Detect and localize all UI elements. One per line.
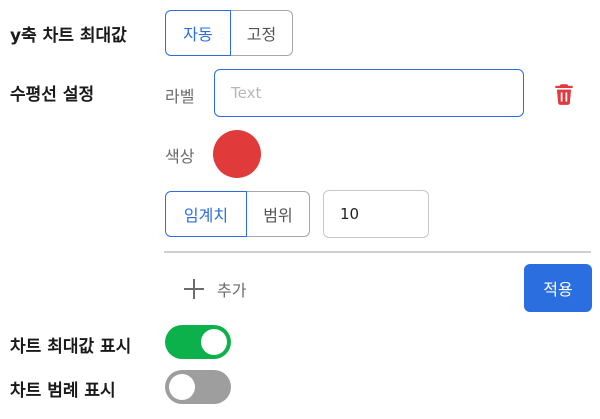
plus-icon: [183, 278, 205, 300]
threshold-value-input[interactable]: [323, 190, 429, 238]
show-legend-toggle[interactable]: [165, 370, 231, 404]
y-axis-max-fixed-option[interactable]: 고정: [231, 10, 293, 56]
line-mode-range-option[interactable]: 범위: [247, 191, 310, 237]
line-mode-threshold-option[interactable]: 임계치: [165, 191, 247, 237]
line-label-input[interactable]: [214, 69, 524, 117]
toggle-knob: [201, 329, 227, 355]
y-axis-max-auto-option[interactable]: 자동: [165, 10, 231, 56]
add-line-label: 추가: [217, 281, 247, 300]
line-color-swatch[interactable]: [213, 130, 261, 178]
section-divider: [164, 251, 591, 253]
y-axis-max-label: y축 차트 최대값: [10, 26, 127, 46]
toggle-knob: [169, 374, 195, 400]
y-axis-max-toggle-group: 자동 고정: [165, 10, 293, 56]
line-color-label: 색상: [165, 147, 195, 166]
apply-button[interactable]: 적용: [524, 264, 592, 312]
line-mode-toggle-group: 임계치 범위: [165, 191, 310, 237]
trash-icon[interactable]: [551, 81, 577, 107]
add-line-button[interactable]: 추가: [183, 273, 246, 305]
horizontal-line-label: 수평선 설정: [10, 85, 95, 105]
show-chart-max-toggle[interactable]: [165, 325, 231, 359]
show-chart-max-label: 차트 최대값 표시: [10, 337, 132, 357]
show-legend-label: 차트 범례 표시: [10, 381, 116, 401]
line-label-field-label: 라벨: [165, 87, 195, 106]
